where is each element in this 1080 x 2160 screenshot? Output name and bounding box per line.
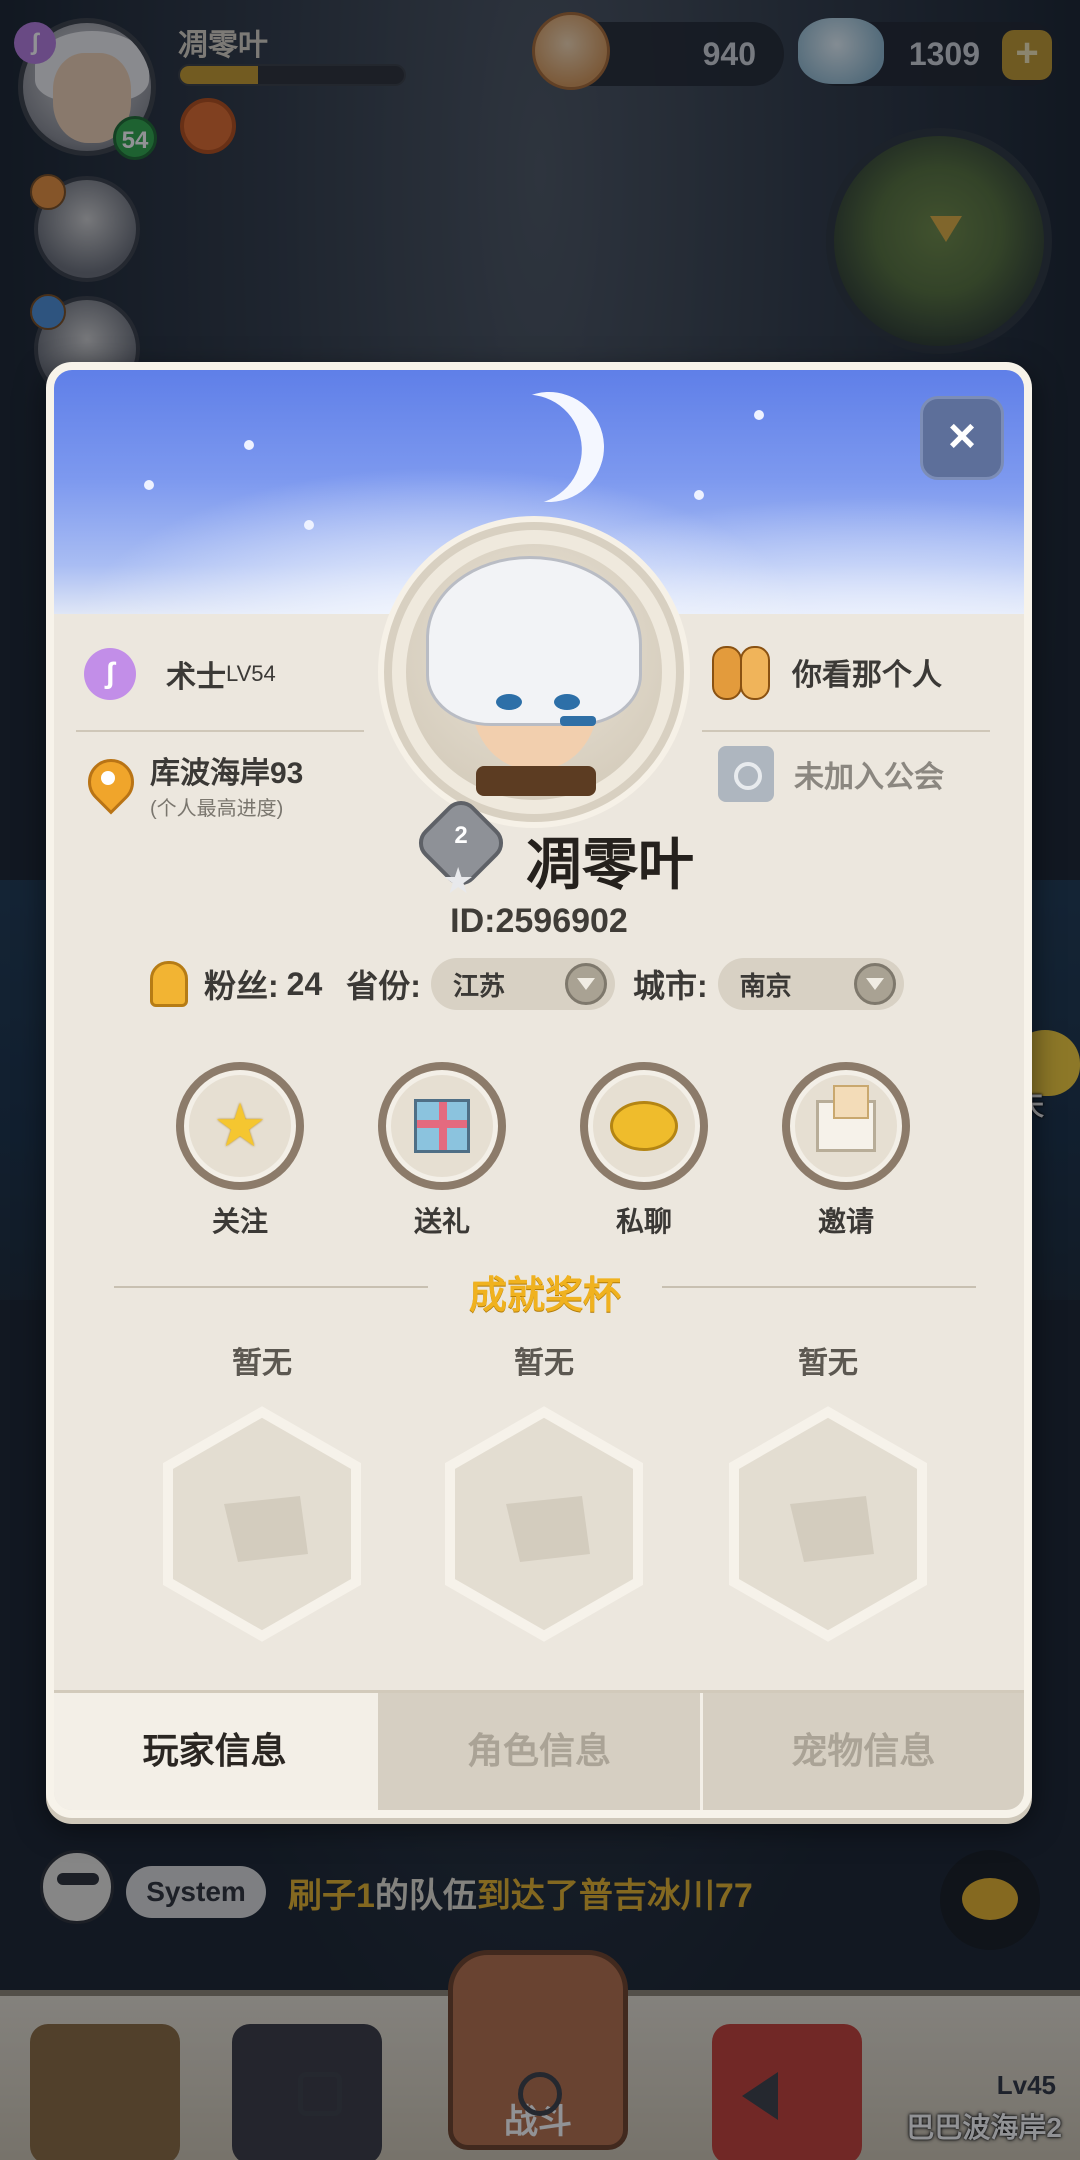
- invite-button[interactable]: 邀请: [776, 1062, 916, 1240]
- tab-player-info[interactable]: 玩家信息: [54, 1693, 376, 1810]
- empty-trophy-icon: [718, 1404, 938, 1644]
- portrait-collar: [476, 766, 596, 796]
- location-pin-icon: [88, 759, 128, 811]
- star-decoration: [754, 410, 764, 420]
- close-button[interactable]: ×: [920, 396, 1004, 480]
- star-decoration: [244, 440, 254, 450]
- city-select[interactable]: 南京: [717, 958, 904, 1010]
- star-decoration: [304, 520, 314, 530]
- guild-banner-icon: [718, 746, 774, 802]
- achievements-title: 成就奖杯: [468, 1275, 621, 1317]
- trophy-slot[interactable]: 暂无: [434, 1338, 654, 1644]
- stats-row: 粉丝: 24 省份: 江苏 城市: 南京: [150, 958, 922, 1010]
- trophy-slot[interactable]: 暂无: [152, 1338, 372, 1644]
- private-chat-button-frame: [580, 1062, 708, 1190]
- province-value: 江苏: [452, 970, 505, 1001]
- class-level: LV54: [226, 661, 276, 686]
- gift-icon: [414, 1099, 470, 1153]
- portrait-eye: [496, 694, 522, 710]
- divider: [702, 730, 990, 732]
- profile-portrait: [384, 522, 684, 822]
- gift-button[interactable]: 送礼: [372, 1062, 512, 1240]
- fans-label: 粉丝:: [204, 968, 279, 1004]
- highest-progress-location: 库波海岸93: [150, 757, 304, 790]
- divider: [76, 730, 364, 732]
- trophy-empty-label: 暂无: [514, 1347, 574, 1380]
- class-name: 术士: [166, 661, 226, 694]
- gift-button-frame: [378, 1062, 506, 1190]
- player-id: ID:2596902: [450, 902, 628, 940]
- gift-label: 送礼: [413, 1206, 470, 1237]
- player-profile-panel: × ʃ 术士 LV54 库波海岸93 (个人最高进度) 你看那个人 未加入公会 2…: [46, 362, 1032, 1818]
- mate-info[interactable]: 你看那个人: [710, 640, 942, 704]
- star-icon: ★: [213, 1092, 267, 1159]
- follow-label: 关注: [211, 1206, 268, 1237]
- divider: [662, 1286, 976, 1288]
- location-note: (个人最高进度): [150, 798, 284, 820]
- guild-info: 未加入公会: [718, 746, 944, 802]
- chevron-down-icon: [853, 963, 896, 1005]
- couple-icon: [710, 640, 774, 704]
- fans-icon: [150, 961, 188, 1007]
- rank-star-icon: ★: [442, 860, 475, 901]
- chat-bubble-icon: [610, 1101, 678, 1151]
- tab-pet-info[interactable]: 宠物信息: [699, 1693, 1024, 1810]
- face-paint: [560, 716, 596, 726]
- follow-button[interactable]: ★ 关注: [170, 1062, 310, 1240]
- province-select[interactable]: 江苏: [430, 958, 615, 1010]
- warlock-class-icon: ʃ: [84, 648, 136, 700]
- mail-icon: [816, 1085, 876, 1152]
- invite-label: 邀请: [817, 1206, 874, 1237]
- empty-trophy-icon: [152, 1404, 372, 1644]
- rank-badge-icon: 2 ★: [411, 793, 511, 901]
- province-label: 省份:: [346, 968, 421, 1004]
- achievements-header: 成就奖杯: [94, 1264, 996, 1317]
- follow-button-frame: ★: [176, 1062, 304, 1190]
- portrait-eye: [554, 694, 580, 710]
- empty-trophy-icon: [434, 1404, 654, 1644]
- private-chat-label: 私聊: [615, 1206, 672, 1237]
- profile-tabs: 玩家信息 角色信息 宠物信息: [54, 1690, 1024, 1810]
- city-label: 城市:: [632, 968, 708, 1004]
- trophy-empty-label: 暂无: [798, 1347, 858, 1380]
- fans-count: 24: [286, 965, 323, 1002]
- trophy-empty-label: 暂无: [232, 1347, 292, 1380]
- invite-button-frame: [782, 1062, 910, 1190]
- guild-status: 未加入公会: [794, 761, 944, 794]
- location-info: 库波海岸93 (个人最高进度): [88, 748, 303, 821]
- player-name: 凋零叶: [526, 833, 694, 896]
- star-decoration: [144, 480, 154, 490]
- rank-number: 2: [454, 822, 468, 849]
- tab-character-info[interactable]: 角色信息: [375, 1693, 700, 1810]
- portrait-hair: [426, 556, 642, 726]
- chevron-down-icon: [564, 963, 607, 1005]
- trophy-slot[interactable]: 暂无: [718, 1338, 938, 1644]
- class-info: ʃ 术士 LV54: [84, 648, 276, 700]
- star-decoration: [694, 490, 704, 500]
- moon-emblem-icon: [479, 377, 620, 518]
- city-value: 南京: [739, 970, 792, 1001]
- mate-name: 你看那个人: [792, 659, 942, 692]
- private-chat-button[interactable]: 私聊: [574, 1062, 714, 1240]
